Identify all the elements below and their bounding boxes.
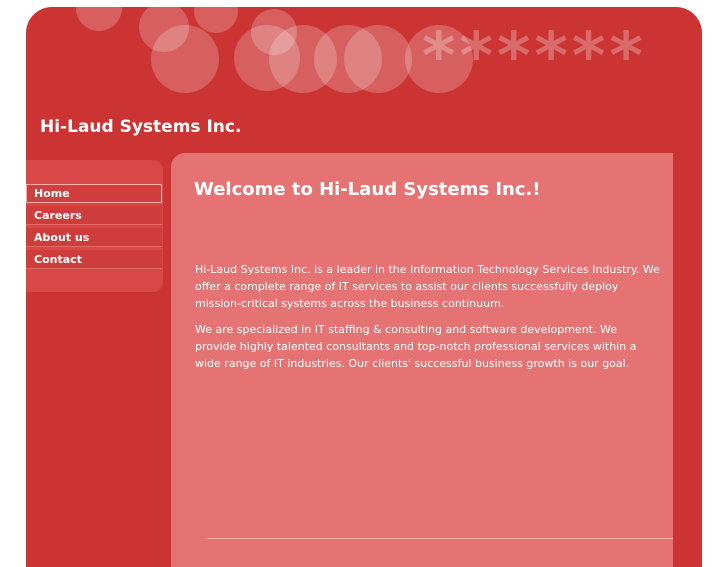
decorative-circle bbox=[344, 25, 412, 93]
page-frame: ****** Hi-Laud Systems Inc. Home Careers… bbox=[26, 7, 702, 567]
sidebar-nav: Home Careers About us Contact bbox=[26, 160, 163, 292]
decorative-circle bbox=[151, 25, 219, 93]
decorative-circle bbox=[76, 7, 122, 31]
footer-divider bbox=[206, 538, 673, 539]
services-paragraph: We are specialized in IT staffing & cons… bbox=[195, 323, 637, 370]
page-title: Welcome to Hi-Laud Systems Inc.! bbox=[194, 179, 541, 200]
main-content: Welcome to Hi-Laud Systems Inc.! Hi-Laud… bbox=[171, 153, 673, 567]
nav-item-about-us[interactable]: About us bbox=[26, 228, 162, 247]
nav-item-careers[interactable]: Careers bbox=[26, 206, 162, 225]
decorative-asterisks: ****** bbox=[422, 20, 647, 94]
nav-item-home[interactable]: Home bbox=[26, 184, 162, 203]
intro-paragraph: Hi-Laud Systems Inc. is a leader in the … bbox=[195, 263, 660, 310]
header-banner: ****** Hi-Laud Systems Inc. bbox=[26, 7, 702, 157]
company-name: Hi-Laud Systems Inc. bbox=[40, 117, 242, 137]
nav-item-contact[interactable]: Contact bbox=[26, 250, 162, 269]
